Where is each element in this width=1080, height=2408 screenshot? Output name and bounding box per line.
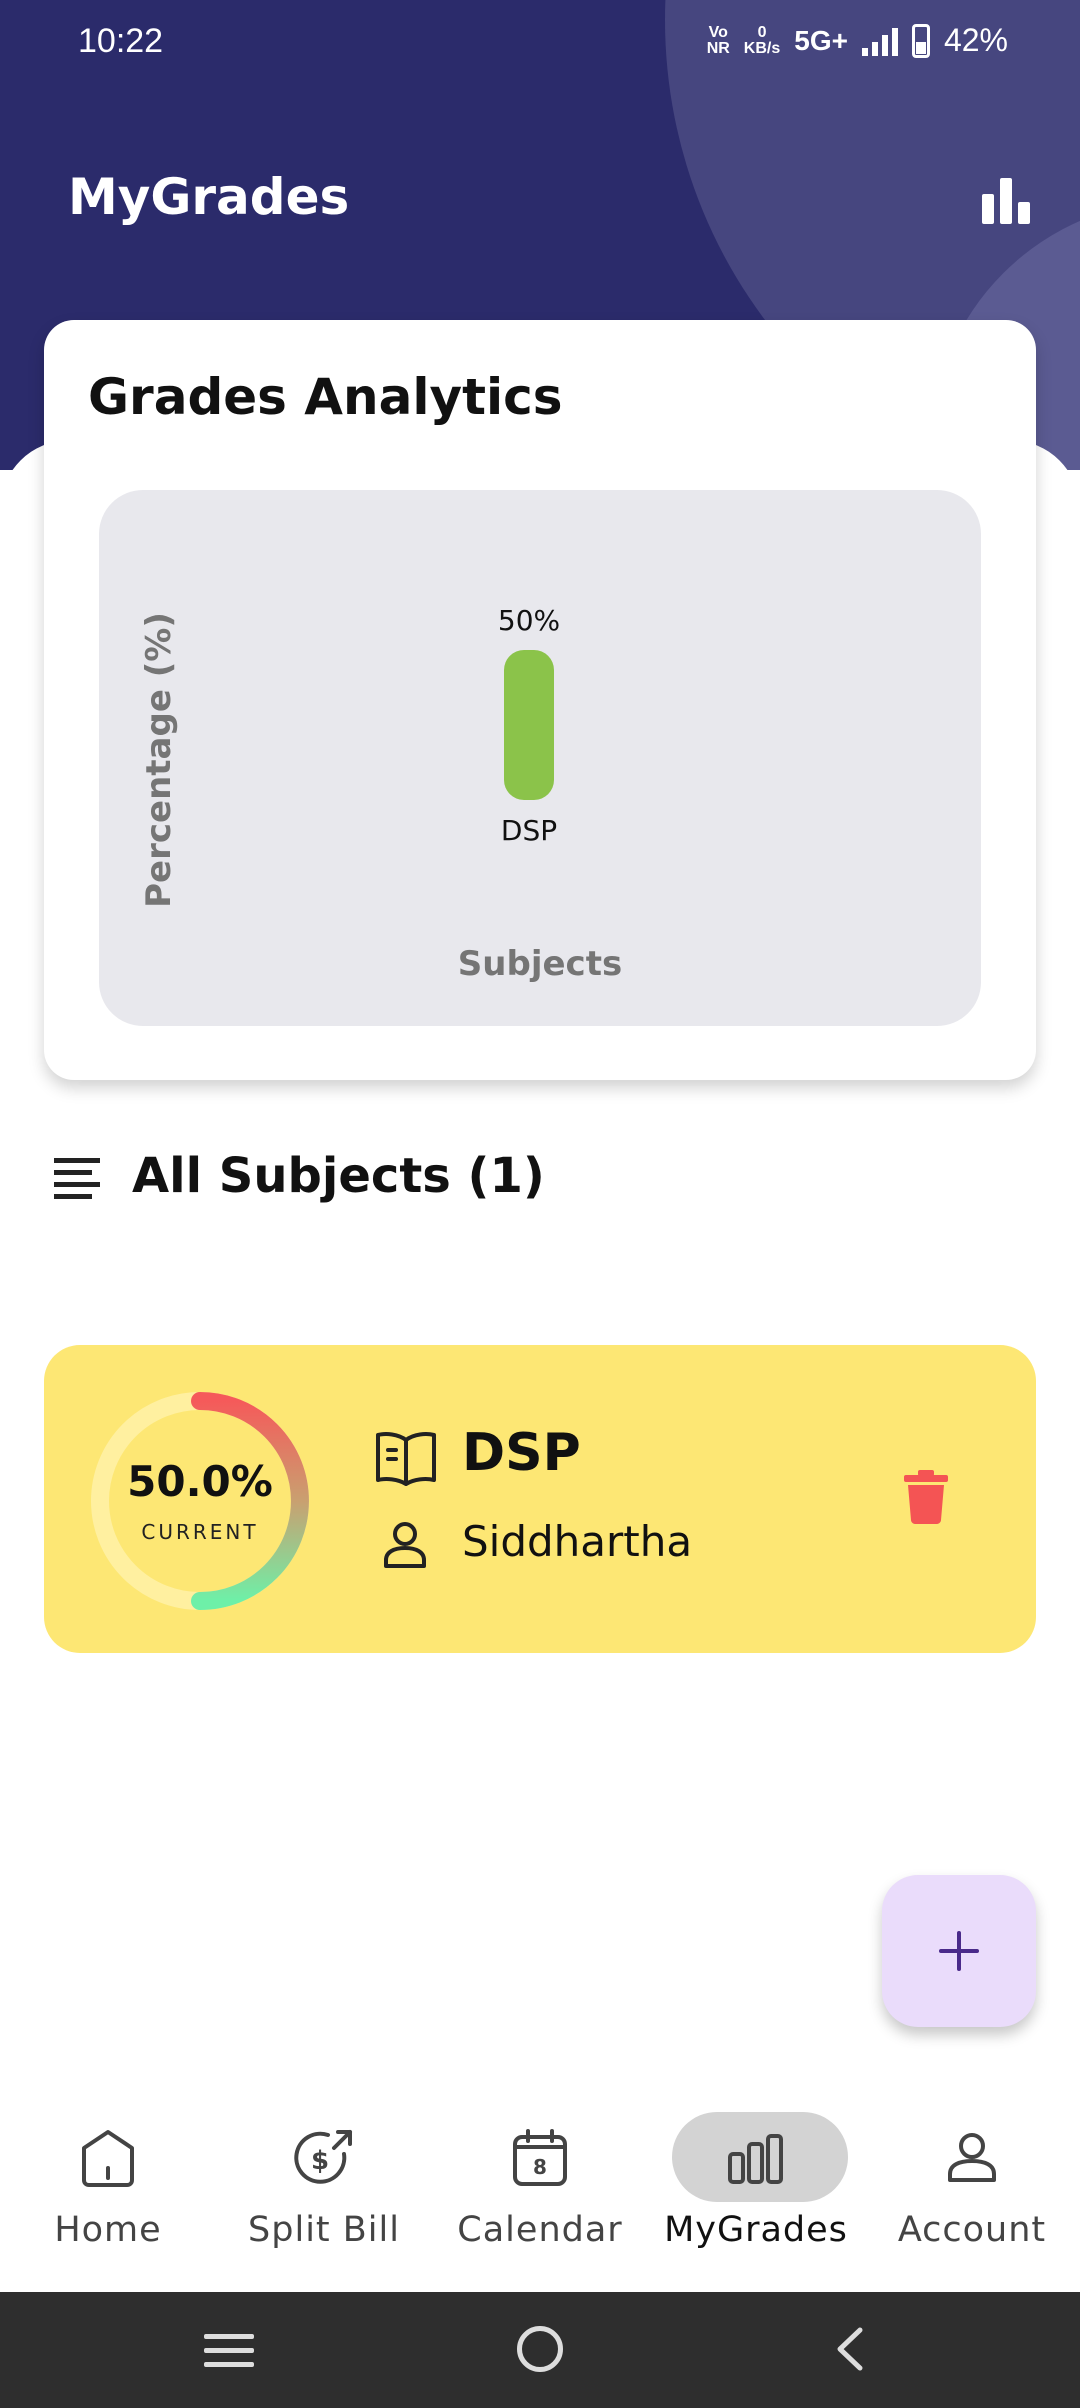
svg-text:$: $ (311, 2146, 329, 2176)
nav-split-bill[interactable]: $ Split Bill (216, 2080, 432, 2292)
nav-home[interactable]: Home (0, 2080, 216, 2292)
subject-status: CURRENT (141, 1520, 259, 1544)
add-subject-button[interactable] (882, 1875, 1036, 2027)
bar-chart-icon[interactable] (982, 178, 1030, 224)
teacher-name: Siddhartha (462, 1517, 693, 1566)
nav-split-bill-label: Split Bill (248, 2210, 400, 2250)
subject-name: DSP (462, 1423, 581, 1483)
nav-calendar-label: Calendar (457, 2210, 623, 2250)
grades-analytics-card: Grades Analytics Percentage (%) 50% DSP … (44, 320, 1036, 1080)
subject-percentage: 50.0% (127, 1457, 273, 1506)
grades-icon (728, 2134, 783, 2184)
nav-mygrades-label: MyGrades (664, 2210, 848, 2250)
calendar-day: 8 (533, 2155, 547, 2179)
all-subjects-heading: All Subjects (1) (132, 1148, 545, 1204)
back-icon[interactable] (830, 2326, 870, 2372)
home-icon (82, 2130, 134, 2187)
recent-apps-icon[interactable] (204, 2334, 254, 2370)
plus-icon (939, 1931, 979, 1971)
data-speed: 0 KB/s (743, 23, 781, 57)
chart-plot-area: 50% DSP (498, 604, 560, 847)
person-icon (384, 1522, 426, 1568)
status-bar: 10:22 Vo NR 0 KB/s 5G+ 42% (0, 0, 1080, 90)
home-button-icon[interactable] (517, 2326, 563, 2372)
status-icons: Vo NR 0 KB/s 5G+ 42% (707, 22, 1008, 59)
bottom-navigation: Home $ Split Bill 8 Calendar MyGrades Ac… (0, 2080, 1080, 2292)
bar-dsp (504, 650, 554, 800)
nav-mygrades[interactable]: MyGrades (648, 2080, 864, 2292)
bar-value-label: 50% (497, 604, 561, 637)
list-icon (54, 1158, 100, 1199)
network-type: 5G+ (794, 24, 848, 56)
battery-percent: 42% (943, 22, 1008, 58)
account-icon (948, 2133, 996, 2182)
analytics-title: Grades Analytics (88, 368, 563, 426)
nav-home-label: Home (54, 2210, 162, 2250)
nav-account-label: Account (897, 2210, 1047, 2250)
book-icon (376, 1432, 436, 1486)
nav-account[interactable]: Account (864, 2080, 1080, 2292)
split-bill-icon: $ (294, 2130, 352, 2184)
nav-calendar[interactable]: 8 Calendar (432, 2080, 648, 2292)
delete-icon[interactable] (904, 1470, 948, 1524)
vonr-indicator: Vo NR (706, 23, 730, 57)
chart-x-axis-label: Subjects (457, 944, 623, 984)
calendar-icon: 8 (513, 2129, 567, 2186)
page-title: MyGrades (68, 168, 350, 226)
system-navigation-bar (0, 2292, 1080, 2408)
battery-icon (911, 23, 930, 58)
subject-card[interactable]: 50.0% CURRENT DSP Siddhartha (44, 1345, 1036, 1653)
grades-chart: Percentage (%) 50% DSP Subjects (99, 490, 981, 1026)
status-time: 10:22 (78, 22, 164, 60)
bar-category-label: DSP (500, 814, 558, 847)
signal-icon (861, 26, 898, 56)
chart-y-axis-label: Percentage (%) (139, 612, 179, 908)
